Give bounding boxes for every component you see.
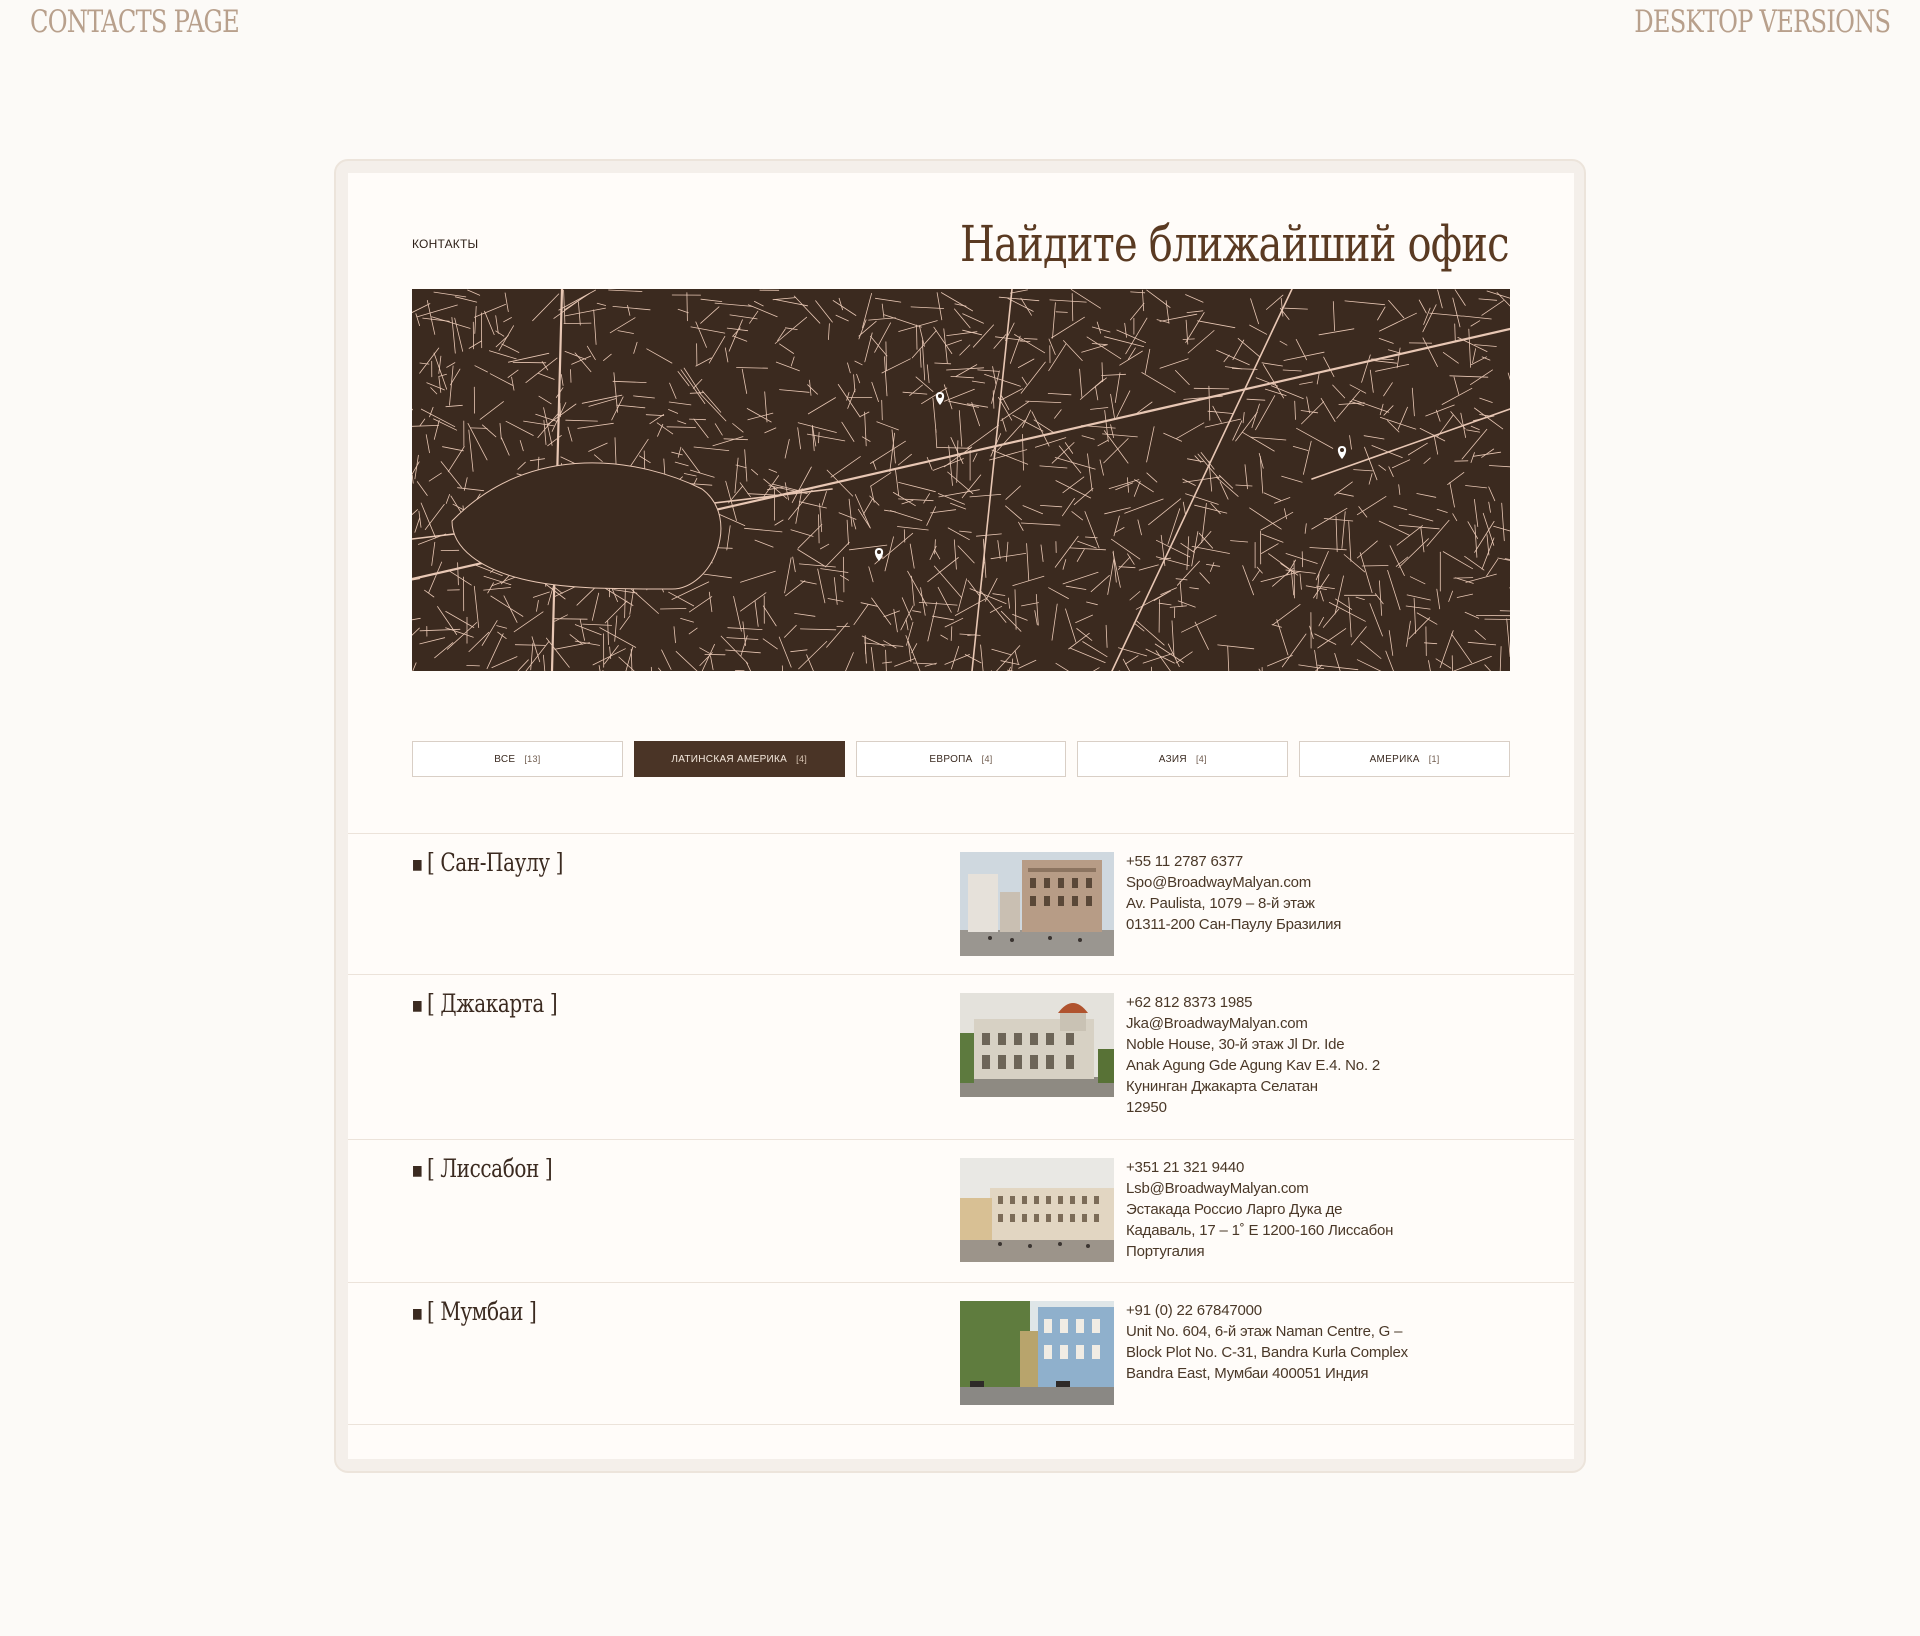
office-name[interactable]: ■[ Лиссабон ] xyxy=(412,1154,553,1183)
office-email[interactable]: Spo@BroadwayMalyan.com xyxy=(1126,872,1426,893)
office-name[interactable]: ■[ Джакарта ] xyxy=(412,989,558,1018)
office-photo xyxy=(960,1301,1114,1405)
filter-america[interactable]: АМЕРИКА [1] xyxy=(1299,741,1510,777)
bullet-icon: ■ xyxy=(412,1162,423,1179)
filter-label: АМЕРИКА xyxy=(1369,753,1420,765)
filter-count: [4] xyxy=(796,754,808,764)
office-contact-info: +351 21 321 9440 Lsb@BroadwayMalyan.com … xyxy=(1126,1157,1426,1262)
office-address-line: Bandra East, Мумбаи 400051 Индия xyxy=(1126,1365,1369,1382)
map-pin-icon[interactable] xyxy=(1337,446,1347,459)
filter-asia[interactable]: АЗИЯ [4] xyxy=(1077,741,1289,777)
filter-label: АЗИЯ xyxy=(1158,753,1187,765)
office-address-line: Noble House, 30-й этаж Jl Dr. Ide xyxy=(1126,1036,1345,1053)
office-phone[interactable]: +55 11 2787 6377 xyxy=(1126,851,1426,872)
bullet-icon: ■ xyxy=(412,997,423,1014)
contacts-page-label: CONTACTS PAGE xyxy=(30,4,240,40)
office-address-line: 01311-200 Сан-Паулу Бразилия xyxy=(1126,916,1342,933)
filter-count: [1] xyxy=(1428,754,1440,764)
office-photo xyxy=(960,993,1114,1097)
page-title: Найдите ближайший офис xyxy=(960,215,1510,273)
bullet-icon: ■ xyxy=(412,856,423,873)
office-row-jakarta: ■[ Джакарта ] +62 812 8373 1985 Jka@Broa… xyxy=(348,974,1574,1139)
office-address-line: Эстакада Россио Ларго Дука де xyxy=(1126,1201,1343,1218)
office-name-text: [ Сан-Паулу ] xyxy=(426,848,564,877)
filter-label: ЕВРОПА xyxy=(929,753,973,765)
office-phone[interactable]: +351 21 321 9440 xyxy=(1126,1157,1426,1178)
office-address-line: Anak Agung Gde Agung Kav E.4. No. 2 xyxy=(1126,1057,1381,1074)
office-row-mumbai: ■[ Мумбаи ] +91 (0) 22 67847000 Unit No.… xyxy=(348,1282,1574,1425)
filter-count: [13] xyxy=(524,754,541,764)
office-address-line: Av. Paulista, 1079 – 8-й этаж xyxy=(1126,895,1315,912)
breadcrumb[interactable]: КОНТАКТЫ xyxy=(412,237,478,251)
office-photo xyxy=(960,852,1114,956)
office-address-line: Unit No. 604, 6-й этаж Naman Centre, G – xyxy=(1126,1323,1403,1340)
office-name[interactable]: ■[ Сан-Паулу ] xyxy=(412,848,563,877)
filter-label: ЛАТИНСКАЯ АМЕРИКА xyxy=(671,753,788,765)
office-email[interactable]: Lsb@BroadwayMalyan.com xyxy=(1126,1178,1426,1199)
office-name-text: [ Джакарта ] xyxy=(426,989,558,1018)
office-phone[interactable]: +62 812 8373 1985 xyxy=(1126,992,1426,1013)
office-name-text: [ Мумбаи ] xyxy=(426,1297,537,1326)
office-name[interactable]: ■[ Мумбаи ] xyxy=(412,1297,537,1326)
office-phone[interactable]: +91 (0) 22 67847000 xyxy=(1126,1300,1426,1321)
filter-all[interactable]: ВСЕ [13] xyxy=(412,741,623,777)
office-address-line: Кунинган Джакарта Селатан xyxy=(1126,1078,1318,1095)
office-address-line: Кадаваль, 17 – 1˚ E 1200-160 Лиссабон xyxy=(1126,1222,1394,1239)
map-roads xyxy=(412,289,1510,671)
office-photo xyxy=(960,1158,1114,1262)
office-map[interactable] xyxy=(412,289,1510,671)
office-contact-info: +91 (0) 22 67847000 Unit No. 604, 6-й эт… xyxy=(1126,1300,1426,1384)
office-row-sao-paulo: ■[ Сан-Паулу ] +55 11 2787 6377 Spo@Broa… xyxy=(348,833,1574,974)
map-pin-icon[interactable] xyxy=(935,392,945,405)
office-row-lisbon: ■[ Лиссабон ] +351 21 321 9440 Lsb@Broad… xyxy=(348,1139,1574,1282)
office-contact-info: +62 812 8373 1985 Jka@BroadwayMalyan.com… xyxy=(1126,992,1426,1118)
office-address-line: Block Plot No. C-31, Bandra Kurla Comple… xyxy=(1126,1344,1408,1361)
office-contact-info: +55 11 2787 6377 Spo@BroadwayMalyan.com … xyxy=(1126,851,1426,935)
office-name-text: [ Лиссабон ] xyxy=(426,1154,553,1183)
region-filters: ВСЕ [13] ЛАТИНСКАЯ АМЕРИКА [4] ЕВРОПА [4… xyxy=(412,741,1510,777)
office-email[interactable]: Jka@BroadwayMalyan.com xyxy=(1126,1013,1426,1034)
office-address-line: 12950 xyxy=(1126,1099,1167,1116)
map-pin-icon[interactable] xyxy=(874,548,884,561)
browser-frame: КОНТАКТЫ Найдите ближайший офис ВСЕ [13]… xyxy=(334,159,1586,1473)
filter-count: [4] xyxy=(981,754,993,764)
bullet-icon: ■ xyxy=(412,1305,423,1322)
filter-europe[interactable]: ЕВРОПА [4] xyxy=(855,741,1067,777)
filter-count: [4] xyxy=(1195,754,1207,764)
contacts-page: КОНТАКТЫ Найдите ближайший офис ВСЕ [13]… xyxy=(348,173,1574,1459)
filter-label: ВСЕ xyxy=(494,753,516,765)
desktop-versions-label: DESKTOP VERSIONS xyxy=(1633,4,1891,40)
office-address-line: Португалия xyxy=(1126,1243,1205,1260)
filter-latin-america[interactable]: ЛАТИНСКАЯ АМЕРИКА [4] xyxy=(633,741,845,777)
